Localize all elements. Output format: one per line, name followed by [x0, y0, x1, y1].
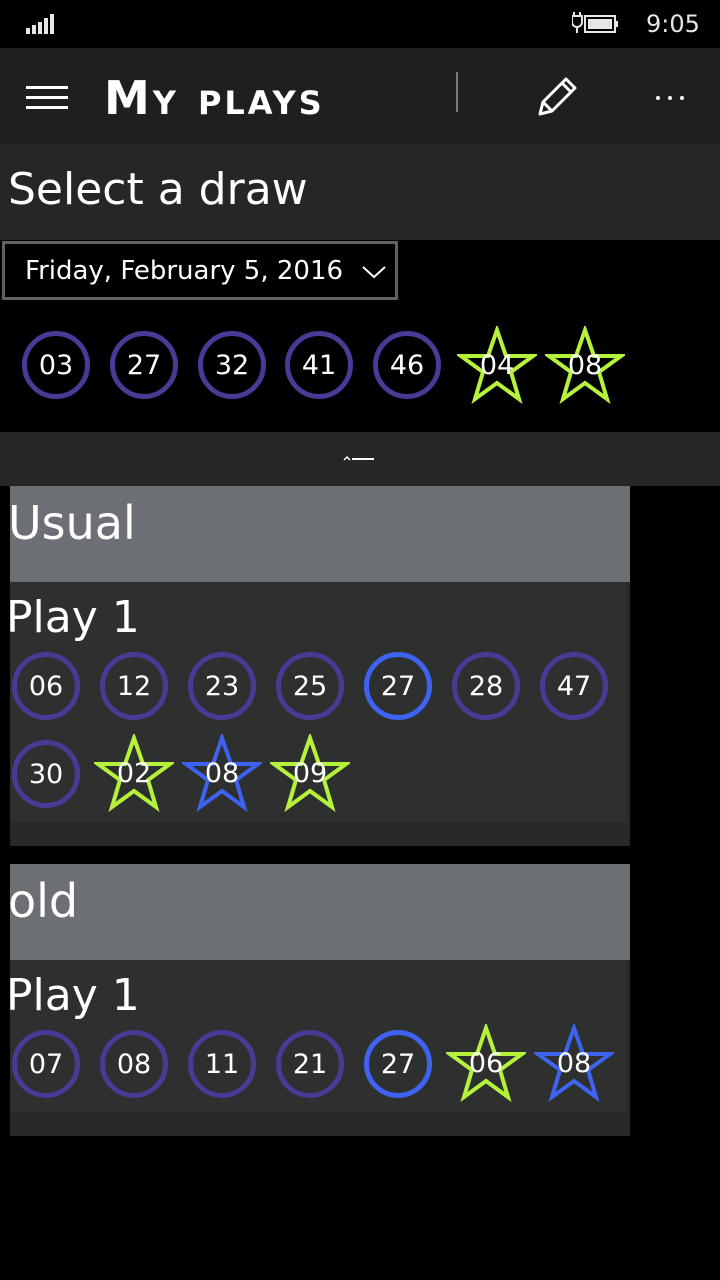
play-number-ball: 07: [12, 1030, 80, 1098]
matched-star-icon: 08: [182, 734, 262, 812]
clock: 9:05: [646, 10, 700, 38]
play-star-icon: 02: [94, 734, 174, 812]
play-star-icon: 06: [446, 1024, 526, 1102]
matched-number-ball: 27: [364, 1030, 432, 1098]
draw-star-icon: 04: [457, 326, 537, 404]
play-number-ball: 30: [12, 740, 80, 808]
play-card[interactable]: Play 1 07 08 11 21 27 06 08: [6, 960, 626, 1112]
play-number-ball: 47: [540, 652, 608, 720]
draw-number-ball: 46: [373, 331, 441, 399]
hamburger-icon[interactable]: [26, 84, 70, 112]
draw-star-icon: 08: [545, 326, 625, 404]
group-body-old: Play 1 07 08 11 21 27 06 08: [6, 960, 630, 1136]
play-number-ball: 12: [100, 652, 168, 720]
selected-date: Friday, February 5, 2016: [25, 256, 344, 286]
play-label: Play 1: [6, 970, 140, 1021]
play-number-ball: 08: [100, 1030, 168, 1098]
chevron-down-icon: [362, 266, 386, 279]
page-title: My plays: [104, 71, 325, 125]
play-number-ball: 23: [188, 652, 256, 720]
draw-number-ball: 32: [198, 331, 266, 399]
play-number-ball: 25: [276, 652, 344, 720]
draw-number-ball: 03: [22, 331, 90, 399]
play-card[interactable]: Play 1 06 12 23 25 27 28 47 30 02 08 09: [6, 582, 626, 822]
group-header-usual[interactable]: Usual: [8, 486, 630, 582]
collapse-icon: [343, 455, 374, 461]
battery-charging-icon: [572, 12, 618, 33]
collapse-toggle[interactable]: [0, 432, 720, 486]
divider: [456, 72, 458, 112]
draw-date-dropdown[interactable]: Friday, February 5, 2016: [2, 241, 398, 300]
group-name: old: [8, 874, 79, 928]
matched-star-icon: 08: [534, 1024, 614, 1102]
draw-section-header: Select a draw: [0, 144, 720, 240]
section-heading: Select a draw: [8, 164, 308, 215]
matched-number-ball: 27: [364, 652, 432, 720]
draw-number-ball: 41: [285, 331, 353, 399]
draw-number-ball: 27: [110, 331, 178, 399]
play-number-ball: 11: [188, 1030, 256, 1098]
play-number-ball: 28: [452, 652, 520, 720]
status-bar: 9:05: [0, 0, 720, 48]
play-number-ball: 06: [12, 652, 80, 720]
play-star-icon: 09: [270, 734, 350, 812]
pencil-icon[interactable]: [530, 72, 582, 124]
more-ellipsis-icon[interactable]: [650, 78, 690, 118]
signal-strength-icon: [26, 14, 54, 34]
app-bar: My plays: [0, 48, 720, 144]
play-number-ball: 21: [276, 1030, 344, 1098]
group-body-usual: Play 1 06 12 23 25 27 28 47 30 02 08 09: [6, 582, 630, 846]
play-label: Play 1: [6, 592, 140, 643]
group-header-old[interactable]: old: [8, 864, 630, 960]
group-name: Usual: [8, 496, 136, 550]
